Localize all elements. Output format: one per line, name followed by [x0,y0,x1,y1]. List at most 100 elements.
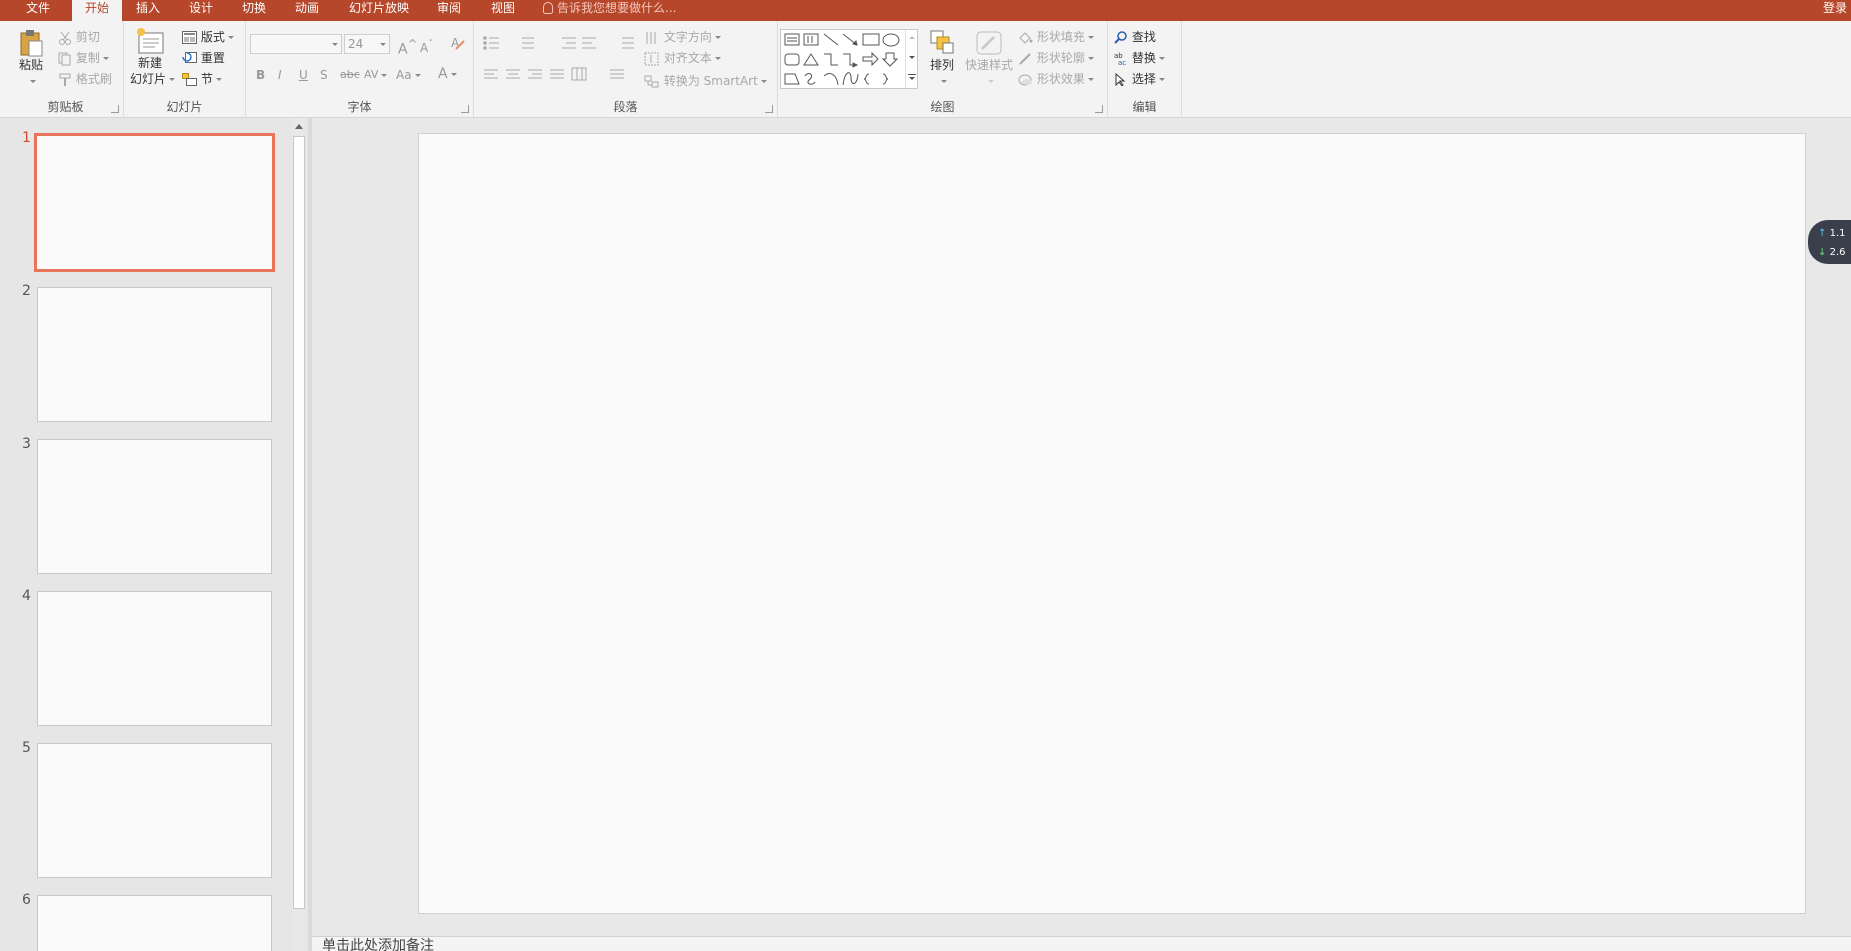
chevron-down-icon [1087,78,1094,81]
login-link[interactable]: 登录 [1823,0,1847,16]
char-spacing-text: AV [364,68,379,81]
paste-label: 粘贴 [18,58,43,72]
shape-outline-button[interactable]: 形状轮廓 [1018,50,1094,66]
scissors-icon [59,31,71,45]
slide-thumbnail-5[interactable] [37,743,272,878]
tab-home[interactable]: 开始 [72,0,122,21]
convert-smartart-button[interactable]: 转换为 SmartArt [644,73,767,89]
slide-canvas[interactable] [418,133,1806,914]
notes-pane[interactable]: 单击此处添加备注 [312,936,1851,951]
shadow-button[interactable]: S [320,67,328,83]
reset-button[interactable]: 重置 [182,50,225,66]
arrange-label: 排列 [929,58,954,72]
char-spacing-button[interactable]: AV [364,67,388,83]
shape-fill-button[interactable]: 形状填充 [1018,29,1094,45]
download-speed-value: 2.6 [1829,247,1846,258]
select-button[interactable]: 选择 [1114,71,1165,87]
find-button[interactable]: 查找 [1114,29,1156,45]
quick-styles-label: 快速样式 [964,58,1013,72]
replace-label: 替换 [1131,51,1156,65]
scrollbar-thumb[interactable] [293,136,305,909]
align-text-icon [644,52,659,65]
chevron-down-icon [714,36,721,39]
layout-label: 版式 [200,30,225,44]
shapes-gallery[interactable] [780,29,918,89]
group-slides: 新建 幻灯片 版式 重置 节 幻灯片 [124,21,246,118]
dialog-launcher-icon[interactable] [765,105,773,113]
italic-button[interactable]: I [278,67,282,83]
slide-thumbnail-3[interactable] [37,439,272,574]
copy-label: 复制 [75,51,100,65]
search-icon [1114,31,1127,44]
section-button[interactable]: 节 [182,71,222,87]
upload-speed: ↑ 1.1 [1818,228,1845,240]
tab-slideshow[interactable]: 幻灯片放映 [342,0,416,21]
new-slide-icon [137,28,164,54]
dialog-launcher-icon[interactable] [1095,105,1103,113]
slide-thumbnail-2[interactable] [37,287,272,422]
chevron-down-icon [414,74,421,77]
smartart-icon [644,75,659,87]
tab-view[interactable]: 视图 [483,0,523,21]
paste-button[interactable]: 粘贴 [18,29,44,83]
network-speed-widget[interactable]: ↑ 1.1 ↓ 2.6 [1808,220,1851,264]
tab-file[interactable]: 文件 [14,0,62,21]
new-slide-button[interactable]: 新建 幻灯片 [130,27,176,87]
dialog-launcher-icon[interactable] [461,105,469,113]
slide-thumbnail-1[interactable] [34,133,275,272]
chevron-down-icon [714,57,721,60]
tab-animations[interactable]: 动画 [287,0,327,21]
arrow-down-icon: ↓ [1818,247,1827,258]
cut-button[interactable]: 剪切 [58,29,100,45]
scroll-up-icon[interactable] [295,124,303,129]
smartart-label: 转换为 SmartArt [663,74,758,88]
tell-me-box[interactable]: 告诉我您想要做什么... [543,0,676,18]
shapes-icons [784,33,900,86]
font-size-combo[interactable]: 24 [344,34,390,54]
tab-transitions[interactable]: 切换 [234,0,274,21]
gallery-scroll[interactable] [905,30,917,88]
clear-format-button[interactable]: A [450,35,466,55]
grow-font-button[interactable]: A^ [398,36,417,58]
underline-button[interactable]: U [299,67,308,83]
paintbrush-icon [59,73,71,86]
dialog-launcher-icon[interactable] [111,105,119,113]
quick-styles-button[interactable]: 快速样式 [964,29,1014,83]
drawing-group-label: 绘图 [930,100,955,114]
thumbnail-scrollbar[interactable] [292,118,306,951]
strikethrough-button[interactable]: abc [340,67,360,83]
chevron-down-icon [380,43,386,46]
paragraph-group-label: 段落 [613,100,638,114]
font-name-combo[interactable] [250,34,342,54]
tab-design[interactable]: 设计 [181,0,221,21]
arrange-button[interactable]: 排列 [926,29,958,83]
ribbon-tab-bar: 文件 开始 插入 设计 切换 动画 幻灯片放映 审阅 视图 告诉我您想要做什么.… [0,0,1851,21]
font-color-button[interactable]: A [438,66,457,82]
format-painter-button[interactable]: 格式刷 [58,71,112,87]
format-painter-label: 格式刷 [75,72,112,86]
shrink-font-text: A [420,41,429,55]
chevron-down-icon [102,57,109,60]
slide-thumbnail-4[interactable] [37,591,272,726]
group-drawing: 排列 快速样式 形状填充 形状轮廓 形状效果 绘图 [778,21,1108,118]
layout-button[interactable]: 版式 [182,29,234,45]
grow-font-text: A [398,41,408,58]
reset-label: 重置 [200,51,225,65]
slide-thumbnail-6[interactable] [37,895,272,951]
slide-thumbnail-panel: 1 2 3 4 5 6 [8,118,308,951]
notes-placeholder: 单击此处添加备注 [322,938,434,951]
change-case-button[interactable]: Aa [396,67,421,83]
text-direction-button[interactable]: 文字方向 [644,29,721,45]
section-label: 节 [200,72,213,86]
tab-review[interactable]: 审阅 [429,0,469,21]
replace-button[interactable]: ab ac 替换 [1114,50,1165,66]
tab-insert[interactable]: 插入 [128,0,168,21]
find-label: 查找 [1131,30,1156,44]
shape-effects-button[interactable]: 形状效果 [1018,71,1094,87]
group-clipboard: 粘贴 剪切 复制 格式刷 剪贴板 [8,21,124,118]
align-text-button[interactable]: 对齐文本 [644,50,721,66]
bold-button[interactable]: B [256,67,265,83]
copy-button[interactable]: 复制 [58,50,109,66]
upload-speed-value: 1.1 [1829,228,1846,239]
shrink-font-button[interactable]: Aˇ [420,37,433,56]
